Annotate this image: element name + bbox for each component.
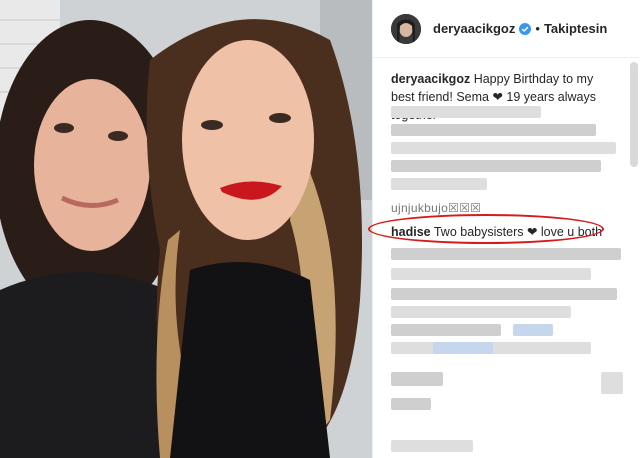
blurred-mention bbox=[433, 342, 493, 354]
blurred-mention bbox=[513, 324, 553, 336]
blurred-comment bbox=[391, 248, 621, 260]
scrollbar[interactable] bbox=[630, 62, 638, 167]
blurred-comment bbox=[391, 106, 541, 118]
blurred-comment bbox=[391, 288, 617, 300]
caption-username[interactable]: deryaacikgoz bbox=[391, 72, 470, 86]
blurred-comment bbox=[391, 124, 596, 136]
highlight-circle bbox=[368, 214, 604, 244]
username-link[interactable]: deryaacikgoz bbox=[433, 21, 515, 36]
selfie-image bbox=[0, 0, 372, 458]
blurred-icon bbox=[601, 372, 623, 394]
separator-dot: • bbox=[535, 21, 540, 36]
verified-badge-icon bbox=[519, 22, 532, 35]
blurred-comment bbox=[391, 160, 601, 172]
blurred-comment bbox=[391, 268, 591, 280]
blurred-comment bbox=[391, 398, 431, 410]
post-header: deryaacikgoz • Takiptesin bbox=[373, 0, 640, 58]
blurred-comment bbox=[391, 324, 501, 336]
blurred-comment bbox=[391, 306, 571, 318]
partial-comment-text: ujnjukbujo☒☒☒ bbox=[391, 201, 482, 215]
blurred-comment bbox=[391, 142, 616, 154]
avatar[interactable] bbox=[391, 13, 421, 44]
blurred-comment bbox=[391, 178, 487, 190]
following-button[interactable]: Takiptesin bbox=[544, 21, 607, 36]
blurred-comment bbox=[391, 440, 473, 452]
post-photo[interactable] bbox=[0, 0, 372, 458]
avatar-image bbox=[391, 13, 421, 44]
blurred-comment bbox=[391, 372, 443, 386]
